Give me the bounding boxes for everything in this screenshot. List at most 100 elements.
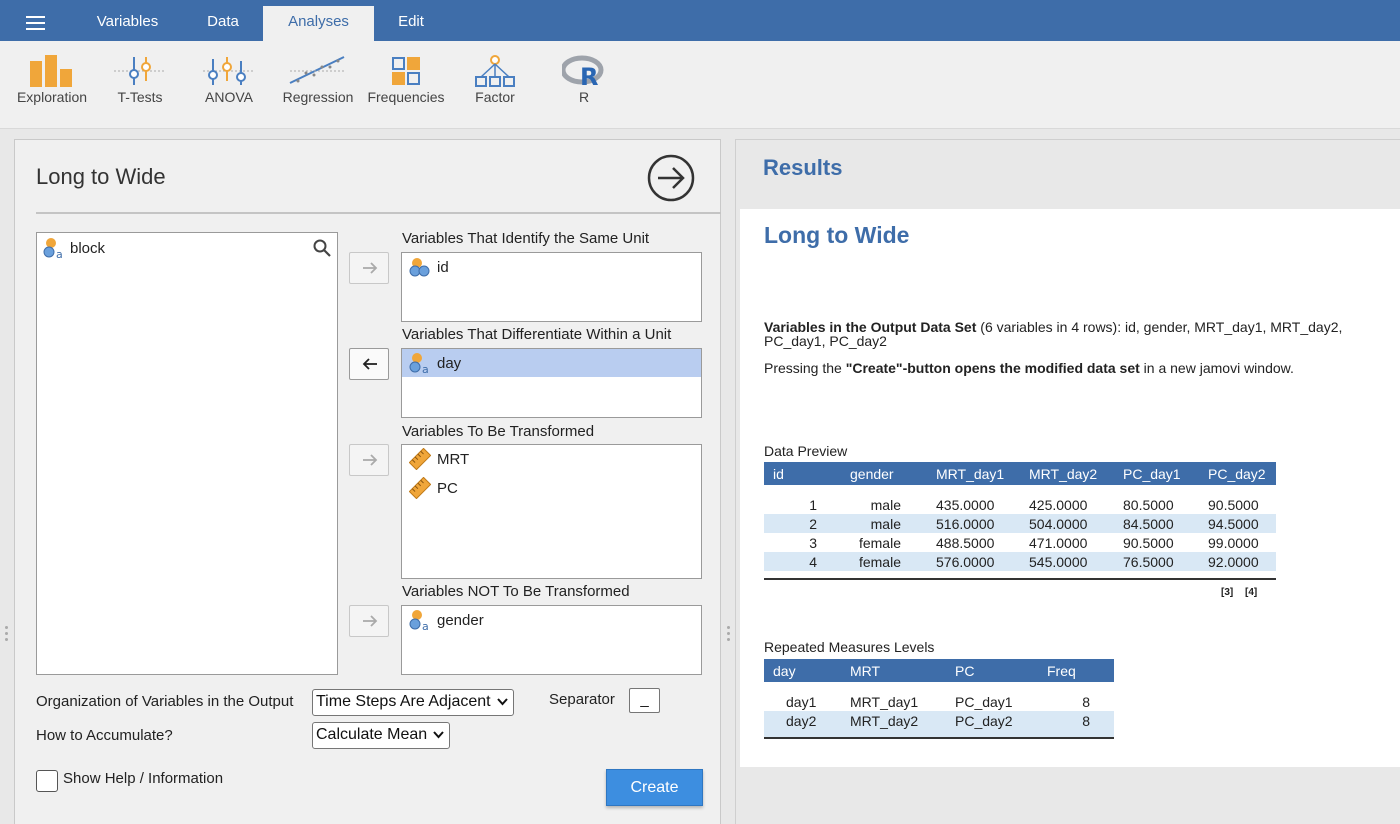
top-menu-bar: Variables Data Analyses Edit (0, 0, 1400, 41)
tab-edit[interactable]: Edit (384, 6, 438, 41)
panel-title: Long to Wide (36, 164, 166, 189)
target-item-day[interactable]: a day (402, 349, 701, 377)
separator-input[interactable]: _ (629, 688, 660, 713)
nominal-text-icon: a (409, 610, 429, 631)
regression-icon (289, 56, 346, 84)
r-icon: R (562, 55, 604, 87)
accumulate-select[interactable]: Calculate Mean (312, 722, 450, 749)
exploration-icon (30, 55, 72, 87)
table-cell: female (841, 552, 927, 571)
tab-data[interactable]: Data (190, 6, 256, 41)
pressing-pre: Pressing the (764, 360, 846, 376)
table-cell: 1 (809, 496, 817, 513)
target-item-mrt[interactable]: MRT (402, 445, 701, 473)
table-cell: 92.0000 (1199, 552, 1276, 571)
column-header: id (764, 462, 841, 485)
move-back-day-button[interactable] (349, 348, 389, 380)
table-cell: 545.0000 (1020, 552, 1114, 571)
target-label-day: Variables That Differentiate Within a Un… (402, 326, 672, 343)
column-header: MRT_day2 (1020, 462, 1114, 485)
target-item-gender[interactable]: a gender (402, 606, 701, 634)
pressing-text: Pressing the "Create"-button opens the m… (764, 361, 1294, 375)
r-label: R (578, 89, 590, 105)
anova-button[interactable]: ANOVA (184, 55, 274, 117)
target-item-pc[interactable]: PC (402, 474, 701, 502)
target-box-day[interactable]: a day (401, 348, 702, 418)
table-row: day2 MRT_day2 PC_day2 8 (764, 711, 1114, 730)
column-header: PC (946, 659, 1038, 682)
table-cell: day2 (764, 711, 841, 730)
table-cell: 2 (764, 514, 841, 533)
column-header: gender (841, 462, 927, 485)
target-box-id[interactable]: id (401, 252, 702, 322)
target-item-id[interactable]: id (402, 253, 701, 281)
target-box-transformed[interactable]: MRT PC (401, 444, 702, 579)
table-row: 1 male 435.0000 425.0000 80.5000 90.5000 (764, 495, 1276, 514)
factor-button[interactable]: Factor (450, 55, 540, 117)
create-button[interactable]: Create (606, 769, 703, 806)
target-label-transformed: Variables To Be Transformed (402, 423, 595, 440)
target-item-label: id (437, 258, 449, 276)
chevron-down-icon (433, 731, 444, 739)
target-label-id: Variables That Identify the Same Unit (402, 230, 650, 247)
left-splitter-handle[interactable] (5, 626, 9, 646)
table-cell: male (841, 514, 927, 533)
table-cell: 488.5000 (936, 534, 995, 551)
results-body: Long to Wide Variables in the Output Dat… (740, 209, 1400, 767)
table-cell: 504.0000 (1020, 514, 1114, 533)
table-cell: 8 (1082, 693, 1090, 710)
move-to-id-button[interactable] (349, 252, 389, 284)
organization-select[interactable]: Time Steps Are Adjacent (312, 689, 514, 716)
regression-button[interactable]: Regression (273, 55, 363, 117)
footnote-ref[interactable]: [4] (1245, 587, 1257, 598)
table-cell: PC_day1 (955, 693, 1013, 710)
center-splitter-handle[interactable] (727, 626, 731, 646)
regression-label: Regression (282, 89, 354, 105)
table-cell: 90.5000 (1208, 496, 1259, 513)
table-cell: 3 (809, 534, 817, 551)
exploration-label: Exploration (16, 89, 88, 105)
r-button[interactable]: R R (539, 55, 629, 117)
table-cell: day1 (786, 693, 817, 710)
t-tests-button[interactable]: T-Tests (95, 55, 185, 117)
move-to-transformed-button[interactable] (349, 444, 389, 476)
target-box-not-transformed[interactable]: a gender (401, 605, 702, 675)
hide-options-arrow-icon[interactable] (646, 153, 696, 203)
search-icon[interactable] (313, 239, 331, 257)
table-cell: MRT_day1 (850, 693, 919, 710)
show-help-label[interactable]: Show Help / Information (63, 770, 223, 787)
table-cell: 471.0000 (1029, 534, 1088, 551)
accumulate-value: Calculate Mean (316, 726, 428, 743)
frequencies-label: Frequencies (367, 89, 445, 105)
id-icon (409, 258, 430, 277)
exploration-button[interactable]: Exploration (7, 55, 97, 117)
tab-analyses[interactable]: Analyses (263, 6, 374, 41)
nominal-text-icon: a (43, 238, 63, 259)
options-panel: Long to Wide a block Variables That Iden… (14, 139, 721, 824)
results-header: Results (763, 155, 843, 180)
table-cell: 99.0000 (1208, 534, 1259, 551)
available-variables-list[interactable]: a block (36, 232, 338, 675)
nominal-text-icon: a (409, 353, 429, 374)
pressing-post: in a new jamovi window. (1139, 360, 1294, 376)
table-cell: male (870, 496, 901, 513)
arrow-left-icon (362, 358, 377, 370)
table-cell: female (858, 534, 901, 551)
levels-table: day MRT PC Freq day1 MRT_day1 PC_day1 8 … (764, 659, 1114, 739)
show-help-checkbox[interactable] (36, 770, 58, 792)
variable-item-block[interactable]: a block (43, 237, 105, 259)
arrow-right-icon (363, 615, 378, 627)
tab-variables[interactable]: Variables (80, 6, 175, 41)
move-to-not-transformed-button[interactable] (349, 605, 389, 637)
anova-icon (203, 57, 255, 85)
table-cell: 76.5000 (1114, 552, 1199, 571)
table-cell: 84.5000 (1114, 514, 1199, 533)
frequencies-button[interactable]: Frequencies (361, 55, 451, 117)
footnote-ref[interactable]: [3] (1221, 587, 1233, 598)
output-vars-line2: PC_day1, PC_day2 (764, 333, 887, 349)
hamburger-menu-icon[interactable] (16, 7, 56, 37)
table-row: day1 MRT_day1 PC_day1 8 (764, 692, 1114, 711)
t-tests-label: T-Tests (117, 89, 163, 105)
table-row: 2 male 516.0000 504.0000 84.5000 94.5000 (764, 514, 1276, 533)
table-cell: 516.0000 (927, 514, 1020, 533)
